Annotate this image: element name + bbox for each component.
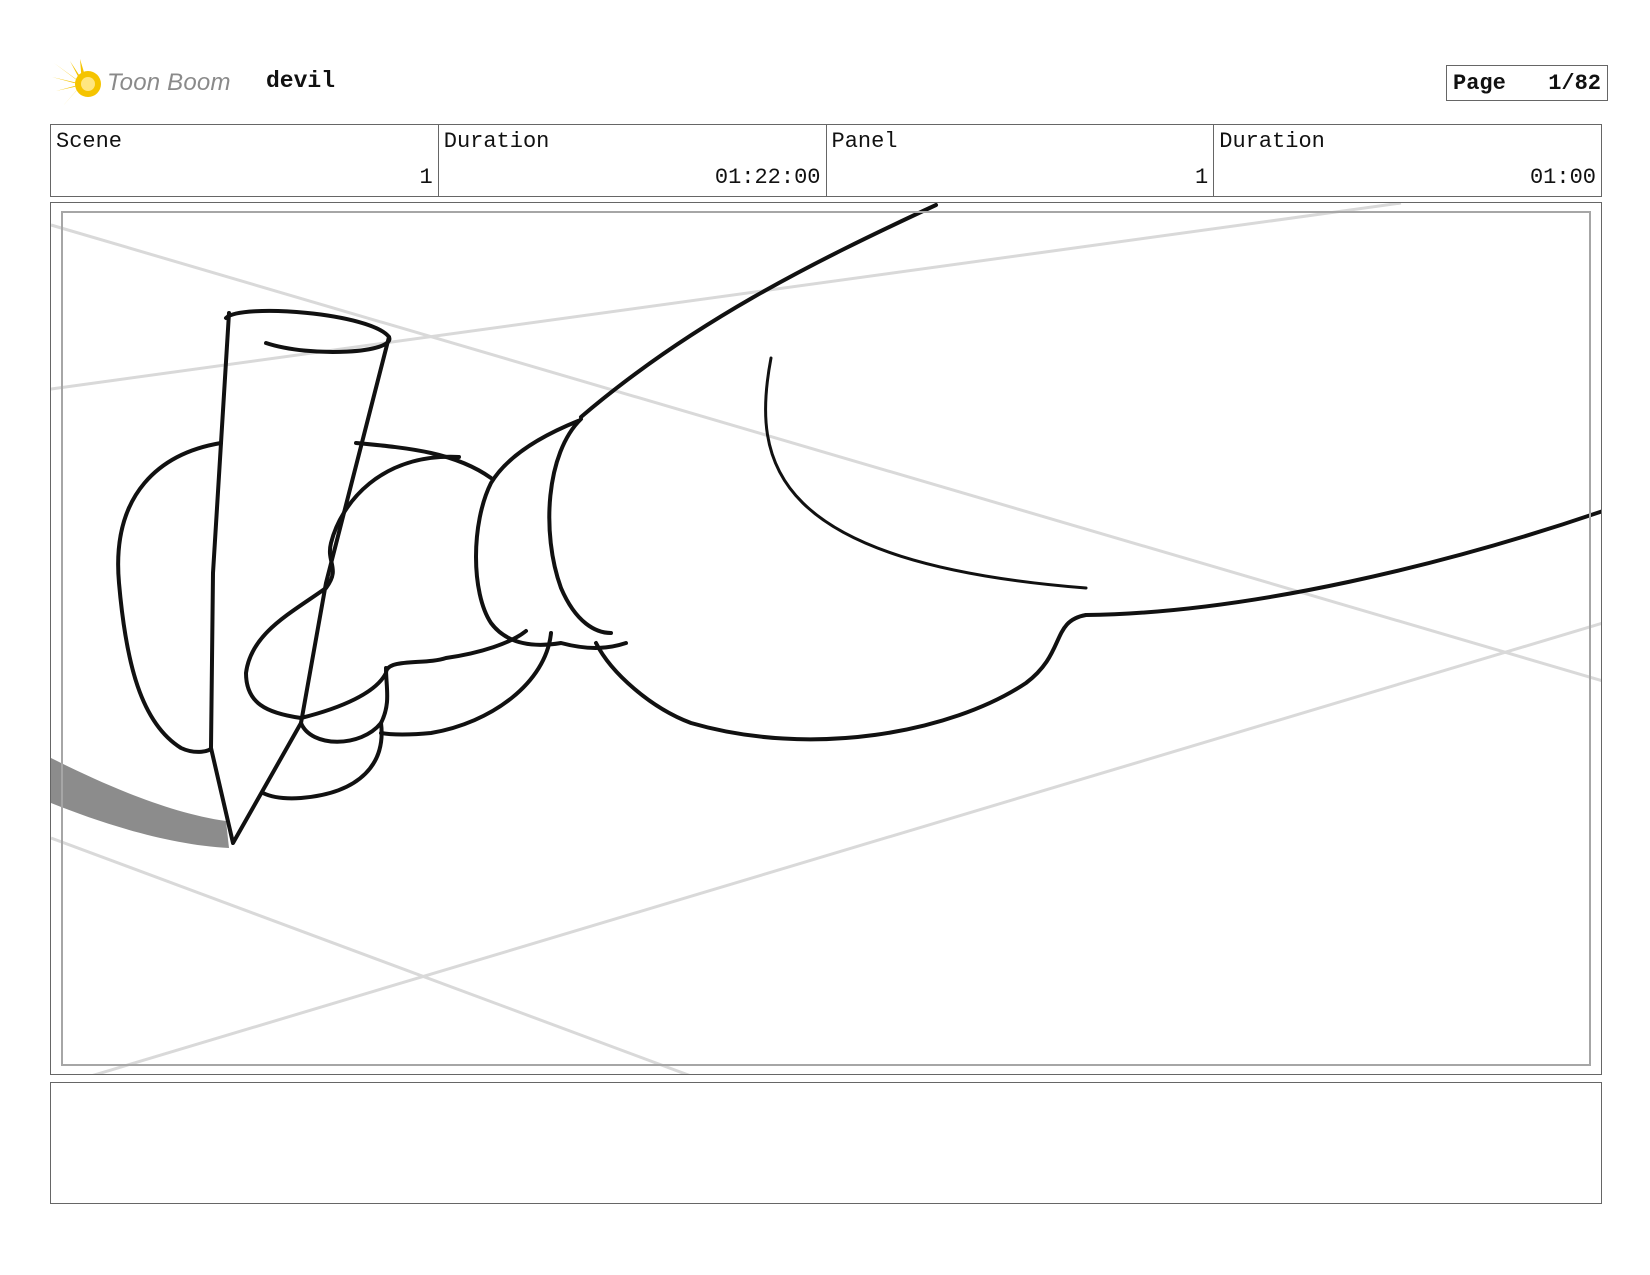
scene-duration-label: Duration (443, 129, 550, 154)
drawn-stroke (51, 758, 229, 848)
toon-boom-logo: Toon Boom (52, 57, 252, 111)
hand-drawing-sketch (51, 203, 1601, 1074)
storyboard-panel-image (50, 202, 1602, 1075)
scene-cell: Scene 1 (51, 125, 439, 196)
scene-number: 1 (419, 165, 433, 190)
page-number: 1/82 (1548, 70, 1601, 96)
panel-number: 1 (1195, 165, 1209, 190)
page-label: Page (1453, 70, 1506, 96)
panel-duration-cell: Duration 01:00 (1214, 125, 1601, 196)
panel-duration-value: 01:00 (1529, 165, 1596, 190)
panel-label: Panel (831, 129, 898, 154)
brand-text: Toon Boom (107, 69, 231, 96)
toon-boom-star-icon (52, 59, 101, 107)
hand-outline (116, 203, 1601, 845)
scene-duration-cell: Duration 01:22:00 (439, 125, 827, 196)
project-title: devil (266, 68, 336, 94)
panel-cell: Panel 1 (827, 125, 1215, 196)
perspective-guides (51, 203, 1601, 1074)
panel-notes[interactable] (50, 1082, 1602, 1204)
panel-duration-label: Duration (1219, 129, 1325, 154)
page-counter: Page 1/82 (1446, 65, 1608, 101)
scene-info-table: Scene 1 Duration 01:22:00 Panel 1 Durati… (50, 124, 1602, 197)
page-header: Toon Boom devil Page 1/82 (52, 55, 1608, 111)
scene-label: Scene (56, 129, 123, 154)
scene-duration-value: 01:22:00 (714, 165, 821, 190)
